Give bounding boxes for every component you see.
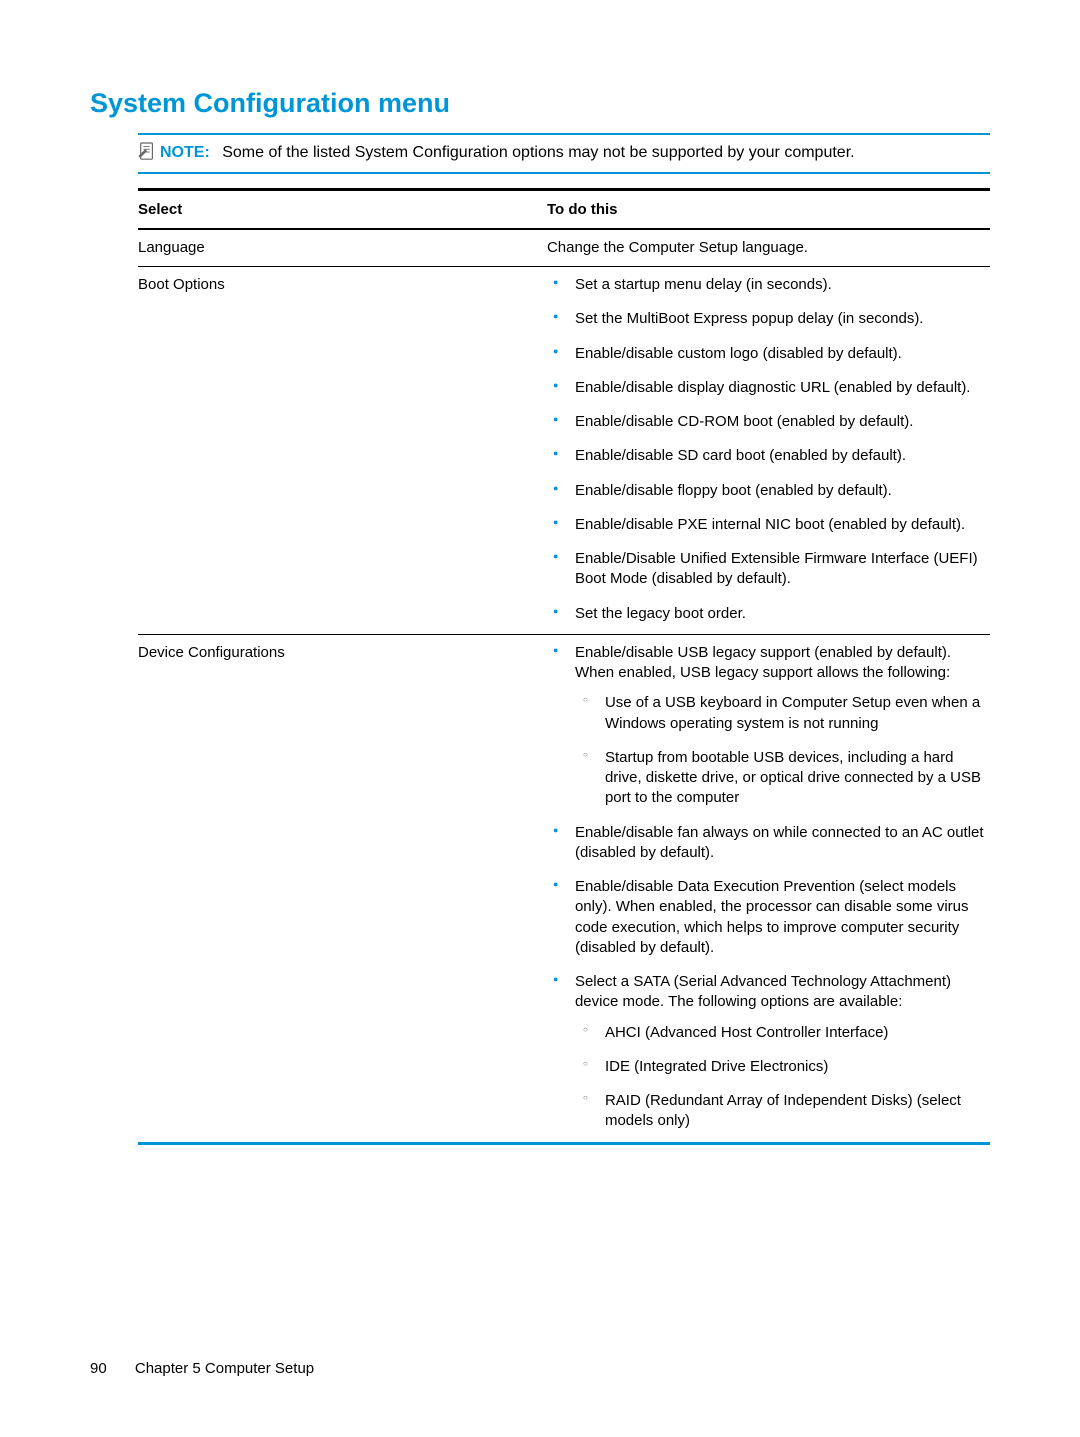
bullet-item: Select a SATA (Serial Advanced Technolog…: [547, 972, 990, 1132]
bullet-text: Enable/disable USB legacy support (enabl…: [575, 644, 951, 681]
note-text: Some of the listed System Configuration …: [222, 144, 854, 161]
bullet-item: Enable/disable CD-ROM boot (enabled by d…: [547, 412, 990, 432]
sub-bullet-item: Startup from bootable USB devices, inclu…: [575, 748, 990, 809]
bullet-item: Enable/disable fan always on while conne…: [547, 823, 990, 864]
table-row: Boot Options Set a startup menu delay (i…: [138, 267, 990, 635]
bullet-item: Enable/Disable Unified Extensible Firmwa…: [547, 549, 990, 590]
sub-bullet-item: AHCI (Advanced Host Controller Interface…: [575, 1023, 990, 1043]
cell-todo: Set a startup menu delay (in seconds). S…: [547, 267, 990, 635]
bullet-text: Select a SATA (Serial Advanced Technolog…: [575, 973, 951, 1010]
sub-bullet-item: IDE (Integrated Drive Electronics): [575, 1057, 990, 1077]
section-title: System Configuration menu: [90, 88, 990, 119]
bullet-item: Enable/disable USB legacy support (enabl…: [547, 643, 990, 809]
page-number: 90: [90, 1360, 107, 1377]
chapter-label: Chapter 5 Computer Setup: [135, 1360, 314, 1377]
table-row: Language Change the Computer Setup langu…: [138, 229, 990, 267]
bullet-item: Set the legacy boot order.: [547, 604, 990, 624]
cell-todo: Change the Computer Setup language.: [547, 229, 990, 267]
bullet-item: Set the MultiBoot Express popup delay (i…: [547, 309, 990, 329]
note-label: NOTE:: [160, 144, 210, 161]
cell-todo: Enable/disable USB legacy support (enabl…: [547, 634, 990, 1143]
cell-select: Boot Options: [138, 267, 547, 635]
bullet-item: Enable/disable display diagnostic URL (e…: [547, 378, 990, 398]
table-header-todo: To do this: [547, 189, 990, 229]
table-row: Device Configurations Enable/disable USB…: [138, 634, 990, 1143]
bullet-item: Enable/disable PXE internal NIC boot (en…: [547, 515, 990, 535]
page-footer: 90 Chapter 5 Computer Setup: [90, 1360, 314, 1377]
sub-bullet-item: RAID (Redundant Array of Independent Dis…: [575, 1091, 990, 1132]
bullet-item: Enable/disable Data Execution Prevention…: [547, 877, 990, 958]
bullet-item: Set a startup menu delay (in seconds).: [547, 275, 990, 295]
table-header-select: Select: [138, 189, 547, 229]
bullet-item: Enable/disable custom logo (disabled by …: [547, 344, 990, 364]
sub-bullet-item: Use of a USB keyboard in Computer Setup …: [575, 693, 990, 734]
cell-select: Language: [138, 229, 547, 267]
note-icon: [138, 141, 156, 163]
cell-select: Device Configurations: [138, 634, 547, 1143]
note-block: NOTE: Some of the listed System Configur…: [138, 133, 990, 174]
bullet-item: Enable/disable SD card boot (enabled by …: [547, 446, 990, 466]
config-table: Select To do this Language Change the Co…: [138, 188, 990, 1145]
bullet-item: Enable/disable floppy boot (enabled by d…: [547, 481, 990, 501]
